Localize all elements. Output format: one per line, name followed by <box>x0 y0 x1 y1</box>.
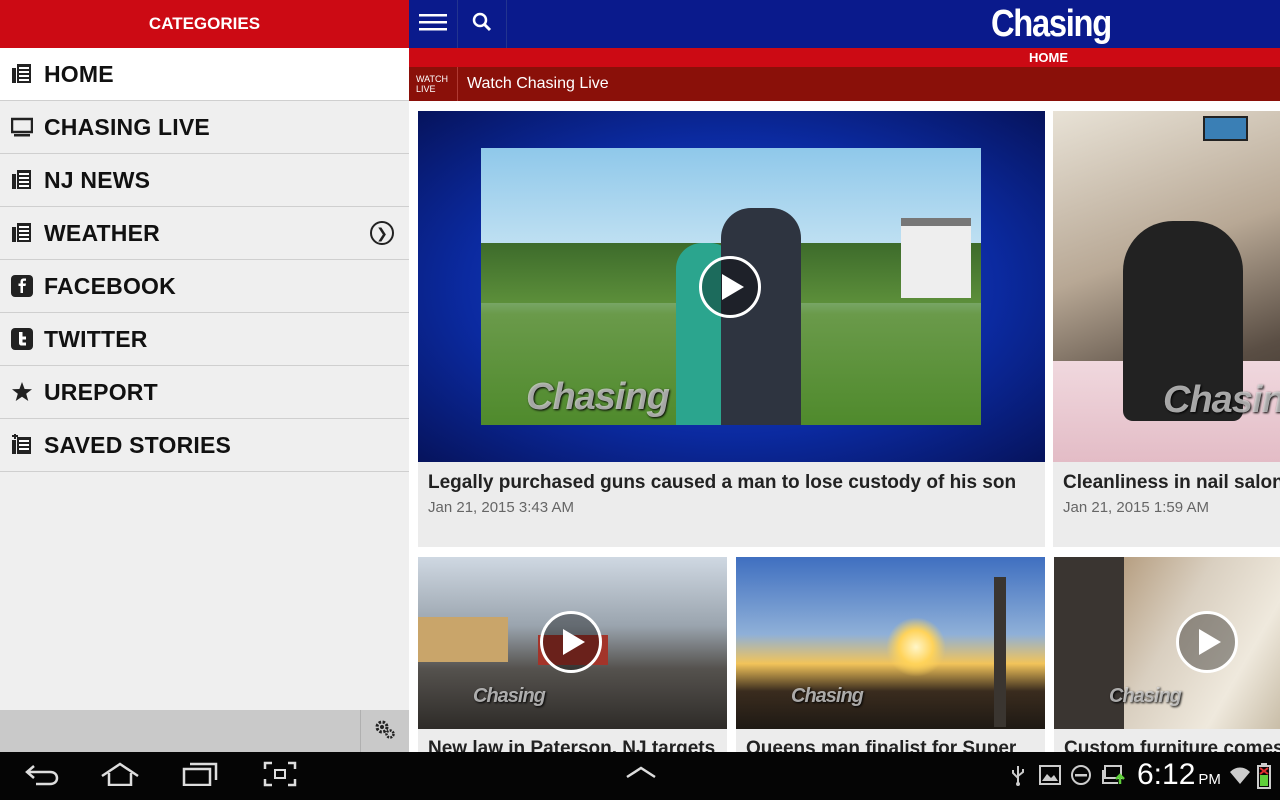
sidebar-item-label: SAVED STORIES <box>44 431 232 458</box>
sidebar-item-chasing-live[interactable]: CHASING LIVE <box>0 101 409 154</box>
recent-apps-icon <box>182 762 218 791</box>
sidebar-item-label: WEATHER <box>44 219 160 246</box>
settings-button[interactable] <box>360 710 409 752</box>
clock-time: 6:12 <box>1137 758 1196 791</box>
newspaper-icon <box>10 62 34 86</box>
newspaper-icon <box>10 221 34 245</box>
story-title[interactable]: Custom furniture comes <box>1064 738 1280 752</box>
wifi-icon <box>1228 762 1252 788</box>
story-title[interactable]: New law in Paterson, NJ targets <box>428 738 715 752</box>
story-thumbnail[interactable]: Chasing <box>736 557 1045 729</box>
star-icon <box>10 380 34 404</box>
saved-icon <box>10 433 34 457</box>
monitor-icon <box>10 115 34 139</box>
sidebar-item-label: CHASING LIVE <box>44 113 210 140</box>
usb-icon <box>1008 762 1028 788</box>
watermark-logo: Chasing <box>473 685 546 707</box>
story-card[interactable]: Chasing Queens man finalist for Super <box>736 557 1045 752</box>
image-icon <box>1038 762 1062 788</box>
sidebar-item-weather[interactable]: WEATHER ❯ <box>0 207 409 260</box>
gears-icon <box>374 718 396 745</box>
recent-apps-button[interactable] <box>182 762 218 790</box>
battery-icon <box>1256 762 1272 790</box>
sidebar-item-saved-stories[interactable]: SAVED STORIES <box>0 419 409 472</box>
drawer-title: CATEGORIES <box>148 14 261 33</box>
drawer-header: CATEGORIES <box>0 0 409 48</box>
story-title[interactable]: Queens man finalist for Super <box>746 738 1016 752</box>
sidebar-item-facebook[interactable]: FACEBOOK <box>0 260 409 313</box>
watch-live-link[interactable]: Watch Chasing Live <box>458 75 609 93</box>
story-card[interactable]: Chasing Cleanliness in nail salons Jan 2… <box>1053 111 1280 547</box>
watch-live-tag: WATCH LIVE <box>409 67 458 101</box>
home-icon <box>100 761 140 791</box>
sidebar-item-label: UREPORT <box>44 378 158 405</box>
story-title[interactable]: Cleanliness in nail salons <box>1063 472 1280 494</box>
update-icon <box>1100 762 1128 788</box>
watermark-logo: Chasing <box>1163 379 1280 421</box>
play-icon <box>722 274 744 300</box>
menu-button[interactable] <box>409 0 458 48</box>
section-title: HOME <box>1029 50 1068 65</box>
sidebar-item-ureport[interactable]: UREPORT <box>0 366 409 419</box>
story-date: Jan 21, 2015 1:59 AM <box>1063 499 1209 516</box>
top-bar: Chasing <box>409 0 1280 48</box>
story-card[interactable]: Chasing Custom furniture comes <box>1054 557 1280 752</box>
sidebar-item-home[interactable]: HOME <box>0 48 409 101</box>
watermark-logo: Chasing <box>526 376 670 418</box>
twitter-icon <box>10 327 34 351</box>
story-thumbnail[interactable]: Chasing <box>1053 111 1280 462</box>
story-thumbnail[interactable]: Chasing <box>418 557 727 729</box>
sidebar-item-label: HOME <box>44 60 114 87</box>
categories-drawer: CATEGORIES HOME CHASING LIVE NJ NEWS WEA… <box>0 0 409 752</box>
search-icon <box>472 12 492 37</box>
sidebar-item-nj-news[interactable]: NJ NEWS <box>0 154 409 207</box>
watch-live-tag-line2: LIVE <box>416 84 436 94</box>
sidebar-item-label: NJ NEWS <box>44 166 151 193</box>
watermark-logo: Chasing <box>791 685 864 707</box>
story-title[interactable]: Legally purchased guns caused a man to l… <box>428 472 1016 494</box>
home-button[interactable] <box>100 761 140 791</box>
play-button[interactable] <box>699 256 761 318</box>
hamburger-icon <box>419 12 447 37</box>
screenshot-button[interactable] <box>262 761 298 792</box>
story-thumbnail[interactable]: Chasing <box>1054 557 1280 729</box>
back-icon <box>24 762 60 791</box>
sidebar-item-label: TWITTER <box>44 325 148 352</box>
search-button[interactable] <box>458 0 507 48</box>
play-button[interactable] <box>1176 611 1238 673</box>
clock-ampm: PM <box>1198 771 1221 788</box>
play-button[interactable] <box>540 611 602 673</box>
sidebar-item-twitter[interactable]: TWITTER <box>0 313 409 366</box>
clock: 6:12 PM <box>1137 758 1221 792</box>
system-navigation-bar: 6:12 PM <box>0 752 1280 800</box>
drawer-footer <box>0 710 409 752</box>
facebook-icon <box>10 274 34 298</box>
story-card[interactable]: Chasing New law in Paterson, NJ targets <box>418 557 727 752</box>
newspaper-icon <box>10 168 34 192</box>
app-tray-button[interactable] <box>624 762 658 786</box>
story-date: Jan 21, 2015 3:43 AM <box>428 499 574 516</box>
brand-logo: Chasing <box>991 3 1112 45</box>
chevron-right-icon[interactable]: ❯ <box>370 221 394 245</box>
story-thumbnail[interactable]: Chasing <box>418 111 1045 462</box>
screenshot-icon <box>263 761 297 792</box>
play-icon <box>563 629 585 655</box>
chevron-up-icon <box>625 765 657 784</box>
story-card[interactable]: Chasing Legally purchased guns caused a … <box>418 111 1045 547</box>
do-not-disturb-icon <box>1069 762 1093 788</box>
watch-live-tag-line1: WATCH <box>416 74 448 84</box>
sidebar-item-label: FACEBOOK <box>44 272 176 299</box>
watch-live-bar[interactable]: WATCH LIVE Watch Chasing Live <box>409 67 1280 101</box>
back-button[interactable] <box>22 762 62 790</box>
play-icon <box>1199 629 1221 655</box>
watermark-logo: Chasing <box>1109 685 1182 707</box>
section-bar: HOME <box>409 48 1280 67</box>
main-content: Chasing HOME WATCH LIVE Watch Chasing Li… <box>409 0 1280 752</box>
